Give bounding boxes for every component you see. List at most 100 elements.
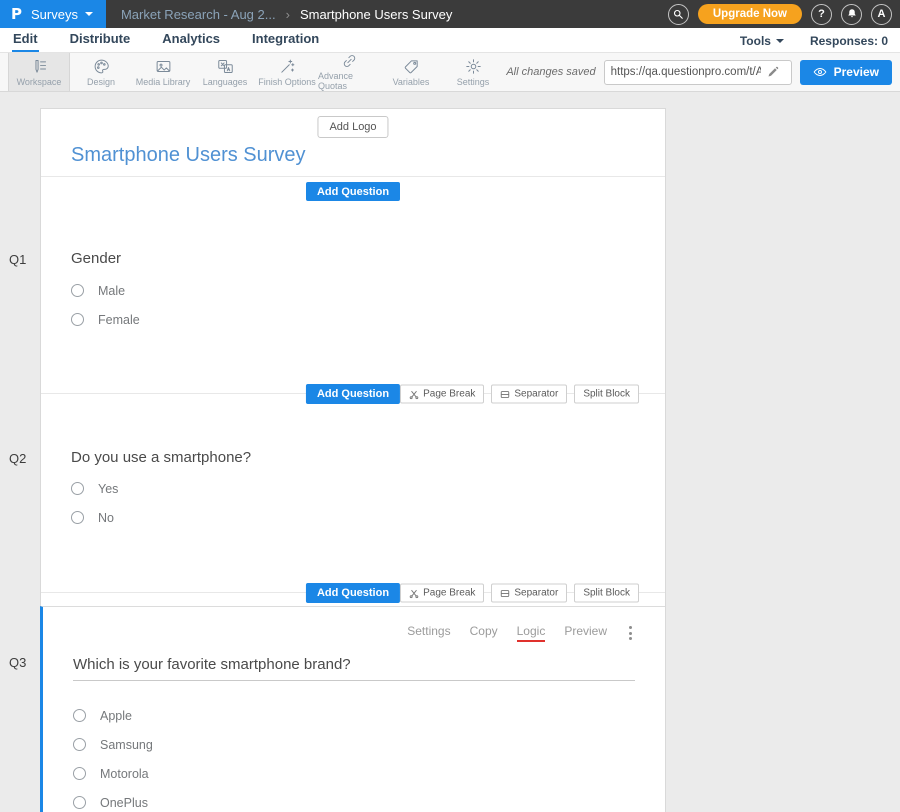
question-number: Q3 xyxy=(9,655,26,670)
answer-option: Male xyxy=(71,281,635,300)
answer-option: Motorola xyxy=(73,764,635,783)
upgrade-now-button[interactable]: Upgrade Now xyxy=(698,4,802,24)
add-question-button[interactable]: Add Question xyxy=(306,182,400,201)
option-label[interactable]: No xyxy=(98,511,114,525)
answer-option: OnePlus xyxy=(73,793,635,812)
toolbar-item-languages[interactable]: Languages xyxy=(194,53,256,91)
option-label[interactable]: Apple xyxy=(100,709,132,723)
option-label[interactable]: Motorola xyxy=(100,767,149,781)
more-options-icon[interactable] xyxy=(626,624,635,642)
split-block-button[interactable]: Split Block xyxy=(574,385,639,404)
tab-distribute[interactable]: Distribute xyxy=(69,28,132,52)
survey-canvas: Add Logo Smartphone Users Survey Add Que… xyxy=(0,92,900,812)
scissors-icon xyxy=(409,389,419,399)
add-logo-button[interactable]: Add Logo xyxy=(317,116,388,138)
breadcrumb: Market Research - Aug 2... › Smartphone … xyxy=(121,7,452,22)
palette-icon xyxy=(93,58,110,75)
toolbar-item-workspace[interactable]: Workspace xyxy=(8,53,70,91)
responses-count[interactable]: Responses: 0 xyxy=(810,34,888,48)
questionpro-logo: P xyxy=(11,5,22,23)
toolbar-item-label: Advance Quotas xyxy=(318,71,380,91)
add-question-button[interactable]: Add Question xyxy=(306,384,400,404)
question-text[interactable]: Do you use a smartphone? xyxy=(71,449,635,466)
edit-url-button[interactable] xyxy=(767,66,785,78)
question-number: Q1 xyxy=(9,252,26,267)
toolbar-item-label: Finish Options xyxy=(258,77,316,87)
radio-button[interactable] xyxy=(73,767,86,780)
toolbar-item-label: Variables xyxy=(393,77,430,87)
radio-button[interactable] xyxy=(73,796,86,809)
top-bar: P Surveys Market Research - Aug 2... › S… xyxy=(0,0,900,28)
question-copy-link[interactable]: Copy xyxy=(470,624,498,642)
radio-button[interactable] xyxy=(73,709,86,722)
question-text[interactable]: Which is your favorite smartphone brand? xyxy=(73,656,635,681)
answer-option: Apple xyxy=(73,706,635,725)
toolbar-item-media-library[interactable]: Media Library xyxy=(132,53,194,91)
help-button[interactable]: ? xyxy=(811,4,832,25)
radio-button[interactable] xyxy=(71,313,84,326)
separator-label: Separator xyxy=(514,389,558,400)
radio-button[interactable] xyxy=(71,511,84,524)
breadcrumb-separator: › xyxy=(286,7,290,22)
search-button[interactable] xyxy=(668,4,689,25)
toolbar-item-advance-quotas[interactable]: Advance Quotas xyxy=(318,53,380,91)
tab-analytics[interactable]: Analytics xyxy=(161,28,221,52)
add-question-button[interactable]: Add Question xyxy=(306,583,400,603)
option-label[interactable]: OnePlus xyxy=(100,796,148,810)
search-icon xyxy=(672,8,684,20)
option-label[interactable]: Yes xyxy=(98,482,118,496)
bell-icon xyxy=(846,8,858,20)
toolbar-item-finish-options[interactable]: Finish Options xyxy=(256,53,318,91)
pencil-icon xyxy=(767,66,779,78)
tools-dropdown[interactable]: Tools xyxy=(740,34,784,48)
breadcrumb-folder[interactable]: Market Research - Aug 2... xyxy=(121,7,276,22)
account-avatar[interactable]: A xyxy=(871,4,892,25)
option-label[interactable]: Samsung xyxy=(100,738,153,752)
split-block-label: Split Block xyxy=(583,389,630,400)
preview-button[interactable]: Preview xyxy=(800,60,892,85)
page-break-label: Page Break xyxy=(423,389,475,400)
option-label[interactable]: Female xyxy=(98,313,140,327)
question-block-q2: Q2 Do you use a smartphone? Yes No xyxy=(41,394,665,592)
question-preview-link[interactable]: Preview xyxy=(564,624,607,642)
product-menu-label: Surveys xyxy=(31,7,78,22)
question-settings-link[interactable]: Settings xyxy=(407,624,450,642)
page-break-button[interactable]: Page Break xyxy=(400,385,484,404)
separator-button[interactable]: Separator xyxy=(491,385,567,404)
answer-option: Yes xyxy=(71,479,635,498)
notifications-button[interactable] xyxy=(841,4,862,25)
tools-label: Tools xyxy=(740,34,771,48)
page-break-label: Page Break xyxy=(423,588,475,599)
radio-button[interactable] xyxy=(71,482,84,495)
toolbar-item-label: Design xyxy=(87,77,115,87)
avatar-letter: A xyxy=(878,8,886,20)
question-block-q1: Add Question Q1 Gender Male Female xyxy=(41,177,665,393)
separator-icon xyxy=(500,588,510,598)
help-icon: ? xyxy=(818,8,825,20)
toolbar-item-label: Languages xyxy=(203,77,248,87)
survey-title[interactable]: Smartphone Users Survey xyxy=(71,144,306,167)
breadcrumb-current[interactable]: Smartphone Users Survey xyxy=(300,7,452,22)
option-label[interactable]: Male xyxy=(98,284,125,298)
page-break-button[interactable]: Page Break xyxy=(400,584,484,603)
toolbar-item-settings[interactable]: Settings xyxy=(442,53,504,91)
toolbar-item-label: Media Library xyxy=(136,77,191,87)
split-block-button[interactable]: Split Block xyxy=(574,584,639,603)
chain-link-icon xyxy=(341,53,358,69)
translate-icon xyxy=(217,58,234,75)
chevron-down-icon xyxy=(776,39,784,43)
tab-edit[interactable]: Edit xyxy=(12,28,39,52)
radio-button[interactable] xyxy=(71,284,84,297)
toolbar-item-design[interactable]: Design xyxy=(70,53,132,91)
preview-label: Preview xyxy=(834,65,879,79)
survey-url-input[interactable] xyxy=(605,66,767,78)
toolbar-item-variables[interactable]: Variables xyxy=(380,53,442,91)
question-text[interactable]: Gender xyxy=(71,250,635,267)
separator-button[interactable]: Separator xyxy=(491,584,567,603)
surveys-product-menu[interactable]: P Surveys xyxy=(0,0,106,28)
tab-integration[interactable]: Integration xyxy=(251,28,320,52)
radio-button[interactable] xyxy=(73,738,86,751)
question-action-menu: Settings Copy Logic Preview xyxy=(43,607,665,642)
tag-icon xyxy=(403,58,420,75)
question-logic-link[interactable]: Logic xyxy=(517,624,546,642)
